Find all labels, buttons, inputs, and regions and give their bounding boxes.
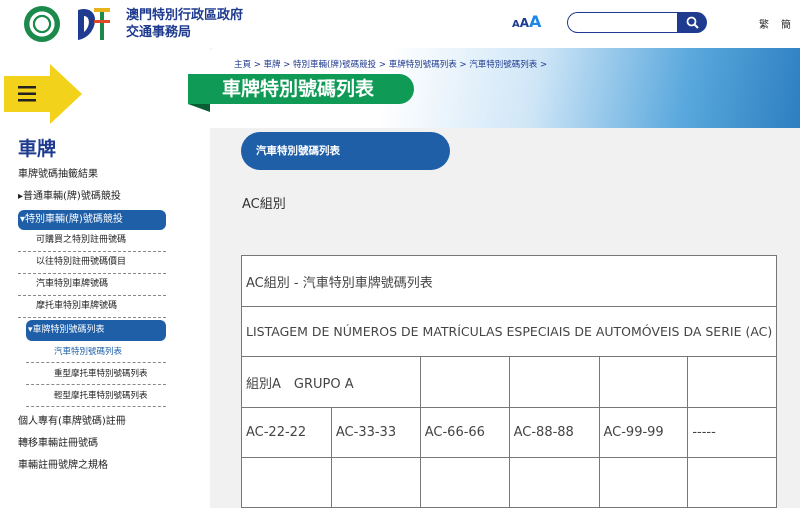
lang-simplified-link[interactable]: 簡	[781, 16, 791, 31]
search-icon	[686, 16, 699, 29]
sidebar-subitem-past-prices[interactable]: 以往特別註冊號碼價目	[18, 252, 166, 274]
table-cell	[598, 457, 689, 508]
org-name-line2: 交通事務局	[126, 25, 192, 40]
search-button[interactable]	[677, 12, 707, 33]
sidebar-item-ordinary-plate-auction[interactable]: ▸普通車輛(牌)號碼競投	[18, 186, 166, 208]
table-cell	[419, 457, 510, 508]
table-cell	[687, 457, 778, 508]
table-cell	[508, 356, 600, 408]
table-row: AC組別 - 汽車特別車牌號碼列表	[240, 255, 778, 307]
font-medium-button[interactable]: A	[520, 16, 529, 30]
sidebar-sub2item-heavy-motorcycle-list[interactable]: 重型摩托車特別號碼列表	[26, 363, 166, 385]
font-size-control: AAA	[512, 12, 541, 31]
sidebar-item-plate-specifications[interactable]: 車輛註冊號牌之規格	[18, 455, 166, 477]
sidebar-item-personal-plate-registration[interactable]: 個人專有(車牌號碼)註冊	[18, 411, 166, 433]
sidebar-subitem-motorcycle-special-numbers[interactable]: 摩托車特別車牌號碼	[18, 296, 166, 318]
org-name-line1: 澳門特別行政區政府	[126, 8, 244, 23]
table-cell	[330, 457, 421, 508]
table-row: LISTAGEM DE NÚMEROS DE MATRÍCULAS ESPECI…	[240, 306, 778, 357]
table-group-cell: 組別A GRUPO A	[241, 356, 421, 408]
font-large-button[interactable]: A	[529, 12, 541, 31]
dsat-logo[interactable]	[74, 4, 112, 44]
sidebar-item-plate-lottery-results[interactable]: 車牌號碼抽籤結果	[18, 164, 166, 186]
org-name: 澳門特別行政區政府 交通事務局	[126, 7, 243, 41]
header: 澳門特別行政區政府 交通事務局 AAA 繁 簡	[0, 0, 800, 48]
sidebar-sub2item-light-motorcycle-list[interactable]: 輕型摩托車特別號碼列表	[26, 385, 166, 407]
group-label: AC組別	[242, 197, 286, 212]
table-cell: AC-22-22	[241, 407, 332, 458]
sidebar-sub2item-car-list[interactable]: 汽車特別號碼列表	[26, 341, 166, 363]
font-small-button[interactable]: A	[512, 19, 520, 30]
table-cell: AC-88-88	[508, 407, 600, 458]
table-cell: -----	[687, 407, 778, 458]
menu-arrow-icon	[4, 64, 82, 124]
title-ribbon-fold	[188, 104, 210, 112]
table-cell	[419, 356, 510, 408]
sidebar-subitem-purchasable-numbers[interactable]: 可購買之特別註冊號碼	[18, 230, 166, 252]
lang-traditional-link[interactable]: 繁	[759, 16, 769, 31]
sidebar-subitem-special-number-list[interactable]: ▾車牌特別號碼列表	[26, 320, 166, 341]
sidebar-subitem-car-special-numbers[interactable]: 汽車特別車牌號碼	[18, 274, 166, 296]
table-cell: AC-33-33	[330, 407, 421, 458]
sidebar-item-special-plate-auction[interactable]: ▾特別車輛(牌)號碼競投	[18, 210, 166, 230]
page-title: 車牌特別號碼列表	[188, 74, 414, 104]
menu-button[interactable]	[4, 64, 82, 124]
breadcrumb[interactable]: 主頁 > 車牌 > 特別車輛(牌)號碼競投 > 車牌特別號碼列表 > 汽車特別號…	[234, 58, 547, 70]
table-row	[241, 457, 778, 508]
special-plate-table: AC組別 - 汽車特別車牌號碼列表 LISTAGEM DE NÚMEROS DE…	[240, 255, 778, 508]
table-cell	[241, 457, 332, 508]
table-row: 組別A GRUPO A	[241, 356, 778, 408]
table-cell	[508, 457, 600, 508]
macau-emblem-logo[interactable]	[24, 6, 60, 42]
table-cell: AC-99-99	[598, 407, 689, 458]
table-cell: AC-66-66	[419, 407, 510, 458]
table-row: AC-22-22 AC-33-33 AC-66-66 AC-88-88 AC-9…	[241, 407, 778, 458]
table-cell	[687, 356, 778, 408]
car-special-list-tab[interactable]: 汽車特別號碼列表	[241, 132, 450, 170]
table-cell	[598, 356, 689, 408]
table-title-zh: AC組別 - 汽車特別車牌號碼列表	[240, 255, 778, 307]
search-input[interactable]	[567, 12, 679, 33]
sidebar-item-transfer-registration-number[interactable]: 轉移車輛註冊號碼	[18, 433, 166, 455]
sidebar-title: 車牌	[18, 138, 57, 160]
sidebar-nav: 車牌號碼抽籤結果 ▸普通車輛(牌)號碼競投 ▾特別車輛(牌)號碼競投 可購買之特…	[18, 164, 166, 477]
table-title-pt: LISTAGEM DE NÚMEROS DE MATRÍCULAS ESPECI…	[240, 306, 778, 357]
